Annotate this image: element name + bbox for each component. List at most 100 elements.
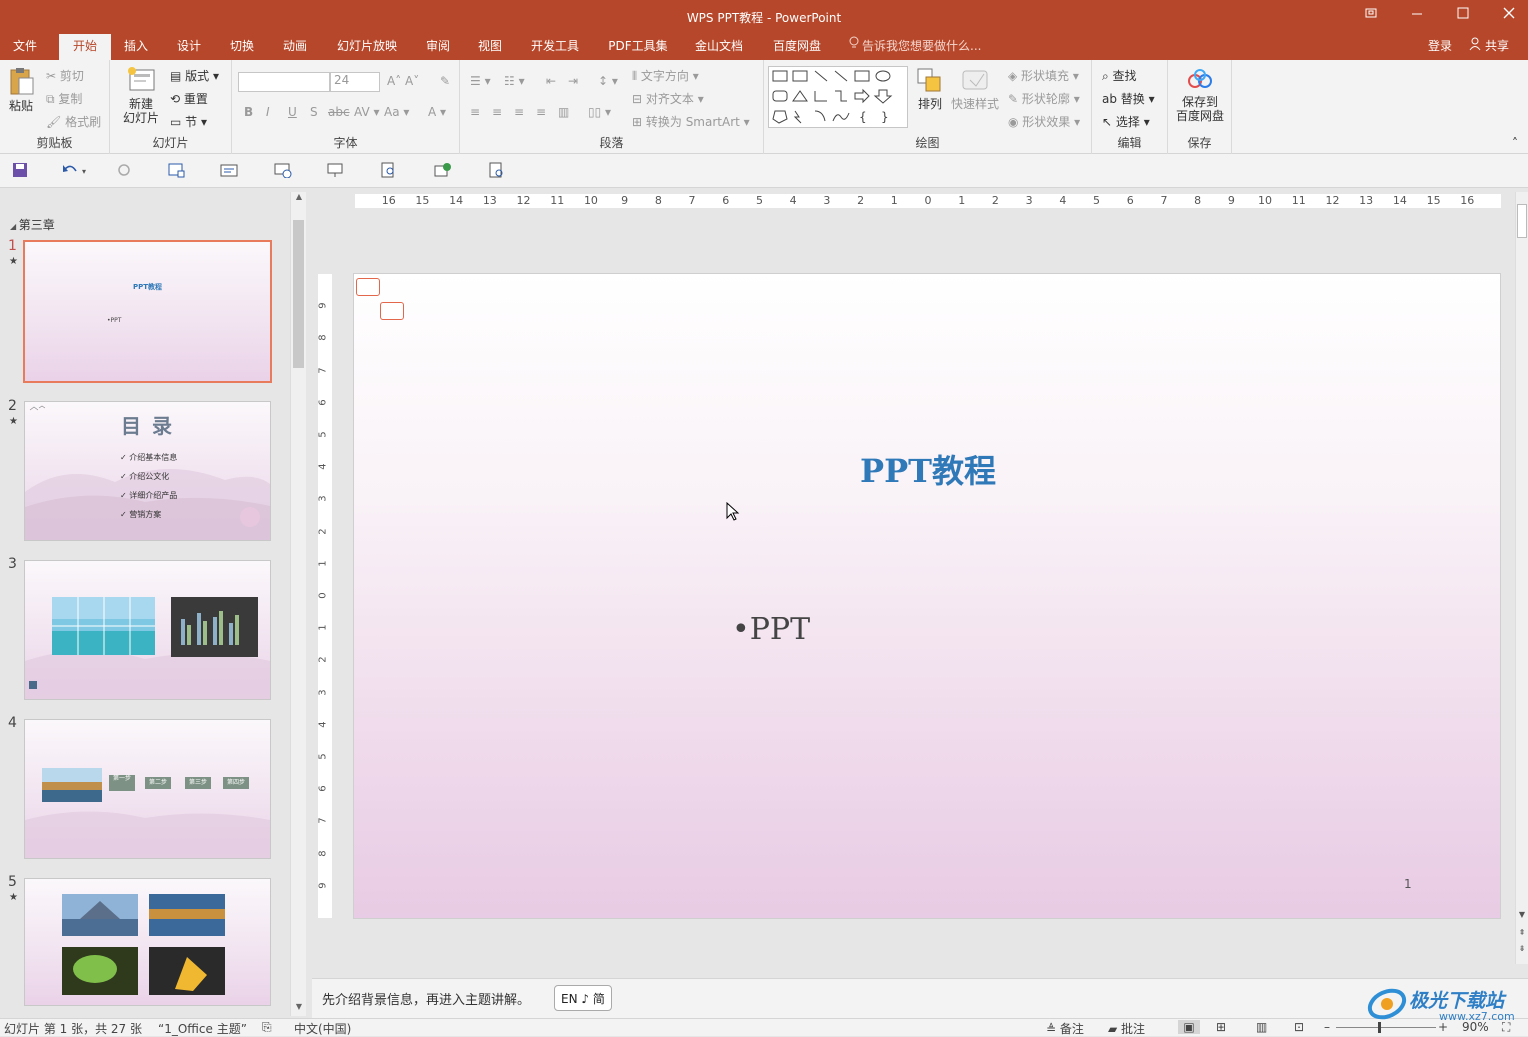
slide-title[interactable]: PPT教程 (354, 446, 1502, 492)
comment-icon[interactable] (356, 278, 380, 296)
previous-slide-icon[interactable]: ⇞ (1516, 928, 1528, 937)
language[interactable]: 中文(中国) (294, 1020, 351, 1037)
shadow-icon[interactable]: S (310, 105, 318, 119)
find-button[interactable]: ⌕ 查找 (1102, 67, 1137, 84)
textbox-icon[interactable] (220, 162, 238, 180)
notes-pane[interactable]: 先介绍背景信息，再进入主题讲解。 EN ♪ 简 (312, 978, 1528, 1018)
login-link[interactable]: 登录 (1428, 34, 1452, 60)
format-painter-button[interactable]: 🖌 格式刷 (46, 113, 101, 130)
char-spacing-icon[interactable]: AV ▾ (354, 105, 380, 119)
slide-thumbnail-4[interactable]: 第一步 第二步 第三步 第四步 (24, 719, 271, 859)
collapse-ribbon-icon[interactable]: ˄ (1512, 136, 1518, 150)
maximize-icon[interactable] (1448, 6, 1478, 28)
tell-me-box[interactable]: 告诉我您想要做什么... (848, 34, 981, 60)
restore-icon[interactable] (1356, 6, 1386, 28)
slide-bullet-text[interactable]: •PPT (732, 612, 810, 647)
tab-file[interactable]: 文件 (0, 34, 50, 60)
slide-thumbnail-5[interactable] (24, 878, 271, 1006)
zoom-slider[interactable] (1336, 1027, 1436, 1028)
save-icon[interactable] (12, 162, 30, 180)
slide-sorter-icon[interactable]: ⊞ (1216, 1020, 1226, 1034)
scroll-thumb[interactable] (293, 220, 304, 368)
close-icon[interactable] (1494, 6, 1524, 28)
section-header[interactable]: ◢ 第三章 (10, 216, 55, 233)
layout-button[interactable]: ▤ 版式 ▾ (170, 67, 219, 84)
tab-developer[interactable]: 开发工具 (522, 34, 588, 60)
line-spacing-icon[interactable]: ↕ ▾ (598, 74, 618, 88)
present-icon[interactable] (326, 162, 344, 180)
align-text-button[interactable]: ⊟ 对齐文本 ▾ (632, 90, 704, 107)
tab-view[interactable]: 视图 (466, 34, 514, 60)
new-slide-button[interactable]: 新建 幻灯片 (116, 66, 166, 125)
clear-format-icon[interactable]: ✎ (440, 74, 450, 88)
italic-icon[interactable]: I (266, 105, 270, 119)
comment-icon[interactable] (380, 302, 404, 320)
quick-styles-button[interactable]: 快速样式 (950, 66, 1000, 111)
tab-design[interactable]: 设计 (165, 34, 213, 60)
slide-thumbnail-1[interactable]: PPT教程 •PPT (23, 240, 272, 383)
save-to-baidu-button[interactable]: 保存到 百度网盘 (1170, 68, 1230, 123)
distributed-icon[interactable]: ▥ (558, 105, 569, 119)
redo-icon[interactable] (116, 162, 134, 180)
scroll-up-icon[interactable]: ▲ (291, 192, 307, 206)
next-slide-icon[interactable]: ⇟ (1516, 944, 1528, 953)
zoom-out-icon[interactable]: – (1324, 1020, 1330, 1034)
select-button[interactable]: ↖ 选择 ▾ (1102, 113, 1150, 130)
tab-baidu-pan[interactable]: 百度网盘 (764, 34, 830, 60)
text-direction-button[interactable]: ⫴ 文字方向 ▾ (632, 67, 699, 84)
slide-thumbnail-3[interactable] (24, 560, 271, 700)
tab-home[interactable]: 开始 (59, 34, 111, 60)
shape-outline-button[interactable]: ✎ 形状轮廓 ▾ (1008, 90, 1080, 107)
font-color-icon[interactable]: A ▾ (428, 105, 446, 119)
tab-insert[interactable]: 插入 (112, 34, 160, 60)
section-button[interactable]: ▭ 节 ▾ (170, 113, 207, 130)
thumbnails-scrollbar[interactable]: ▲ ▼ (290, 192, 306, 1016)
increase-indent-icon[interactable]: ⇥ (568, 74, 578, 88)
cut-button[interactable]: ✂ 剪切 (46, 67, 84, 84)
tab-kingsoft-docs[interactable]: 金山文档 (686, 34, 752, 60)
align-right-icon[interactable]: ≡ (514, 105, 524, 119)
shape-fill-button[interactable]: ◈ 形状填充 ▾ (1008, 67, 1079, 84)
font-name-combo[interactable] (238, 72, 330, 92)
tab-pdf-tools[interactable]: PDF工具集 (600, 34, 676, 60)
scroll-down-icon[interactable]: ▼ (1516, 910, 1528, 919)
tab-transitions[interactable]: 切换 (218, 34, 266, 60)
tab-animations[interactable]: 动画 (271, 34, 319, 60)
slide-thumbnail-2[interactable]: 目 录 ✓ 介绍基本信息 ✓ 介绍公文化 ✓ 详细介绍产品 ✓ 营销方案 (24, 401, 271, 541)
share-button[interactable]: 共享 (1465, 34, 1509, 60)
strikethrough-icon[interactable]: abc (328, 105, 350, 119)
minimize-icon[interactable] (1402, 6, 1432, 28)
notes-text[interactable]: 先介绍背景信息，再进入主题讲解。 (322, 989, 530, 1008)
editor-scrollbar[interactable]: ▼ ⇞ ⇟ (1515, 192, 1528, 964)
bullets-icon[interactable]: ☰ ▾ (470, 74, 491, 88)
numbering-icon[interactable]: ☷ ▾ (504, 74, 525, 88)
reset-button[interactable]: ⟲ 重置 (170, 90, 208, 107)
spellcheck-icon[interactable]: ⎘ (262, 1020, 272, 1035)
reading-view-icon[interactable]: ▥ (1256, 1020, 1267, 1034)
align-left-icon[interactable]: ≡ (470, 105, 480, 119)
undo-icon[interactable]: ▾ (62, 162, 94, 180)
decrease-indent-icon[interactable]: ⇤ (546, 74, 556, 88)
scroll-thumb[interactable] (1517, 204, 1527, 238)
new-slide-qat-icon[interactable] (168, 162, 186, 180)
ime-indicator[interactable]: EN ♪ 简 (554, 985, 612, 1011)
replace-button[interactable]: ab 替换 ▾ (1102, 90, 1155, 107)
tab-slideshow[interactable]: 幻灯片放映 (330, 34, 404, 60)
file-link-icon[interactable] (488, 162, 506, 180)
notes-toggle[interactable]: ≜ 备注 (1046, 1020, 1084, 1037)
justify-icon[interactable]: ≡ (536, 105, 546, 119)
copy-button[interactable]: ⧉ 复制 (46, 90, 82, 107)
bold-icon[interactable]: B (244, 105, 253, 119)
font-size-combo[interactable]: 24 (330, 72, 380, 92)
change-case-icon[interactable]: Aa ▾ (384, 105, 409, 119)
sync-icon[interactable] (434, 162, 452, 180)
slide-canvas[interactable]: PPT教程 •PPT 1 (353, 273, 1501, 919)
tab-review[interactable]: 审阅 (414, 34, 462, 60)
scroll-down-icon[interactable]: ▼ (291, 1002, 307, 1016)
comments-toggle[interactable]: ▰ 批注 (1108, 1020, 1145, 1037)
underline-icon[interactable]: U (288, 105, 297, 119)
paste-button[interactable]: 粘贴 (4, 66, 38, 113)
print-preview-icon[interactable] (380, 162, 398, 180)
slideshow-from-current-icon[interactable] (274, 162, 292, 180)
smartart-button[interactable]: ⊞ 转换为 SmartArt ▾ (632, 113, 750, 130)
